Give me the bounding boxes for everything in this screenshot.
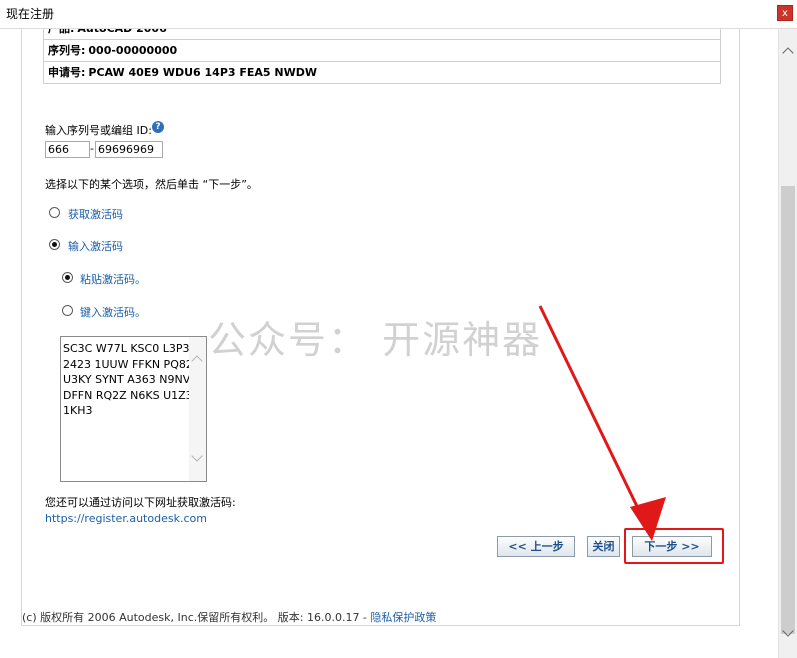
content-viewport: 产品:AutoCAD 2006 序列号:000-00000000 申请号:PCA… <box>0 29 778 658</box>
vertical-scrollbar[interactable] <box>778 29 797 658</box>
title-bar: 现在注册 x <box>0 0 797 29</box>
window-title: 现在注册 <box>6 7 55 21</box>
arrow-shaft <box>538 305 649 528</box>
close-window-button[interactable]: x <box>777 5 793 21</box>
scroll-up-icon[interactable] <box>782 47 794 59</box>
annotation-arrow-icon <box>538 305 666 541</box>
scrollbar-thumb[interactable] <box>781 186 795 634</box>
